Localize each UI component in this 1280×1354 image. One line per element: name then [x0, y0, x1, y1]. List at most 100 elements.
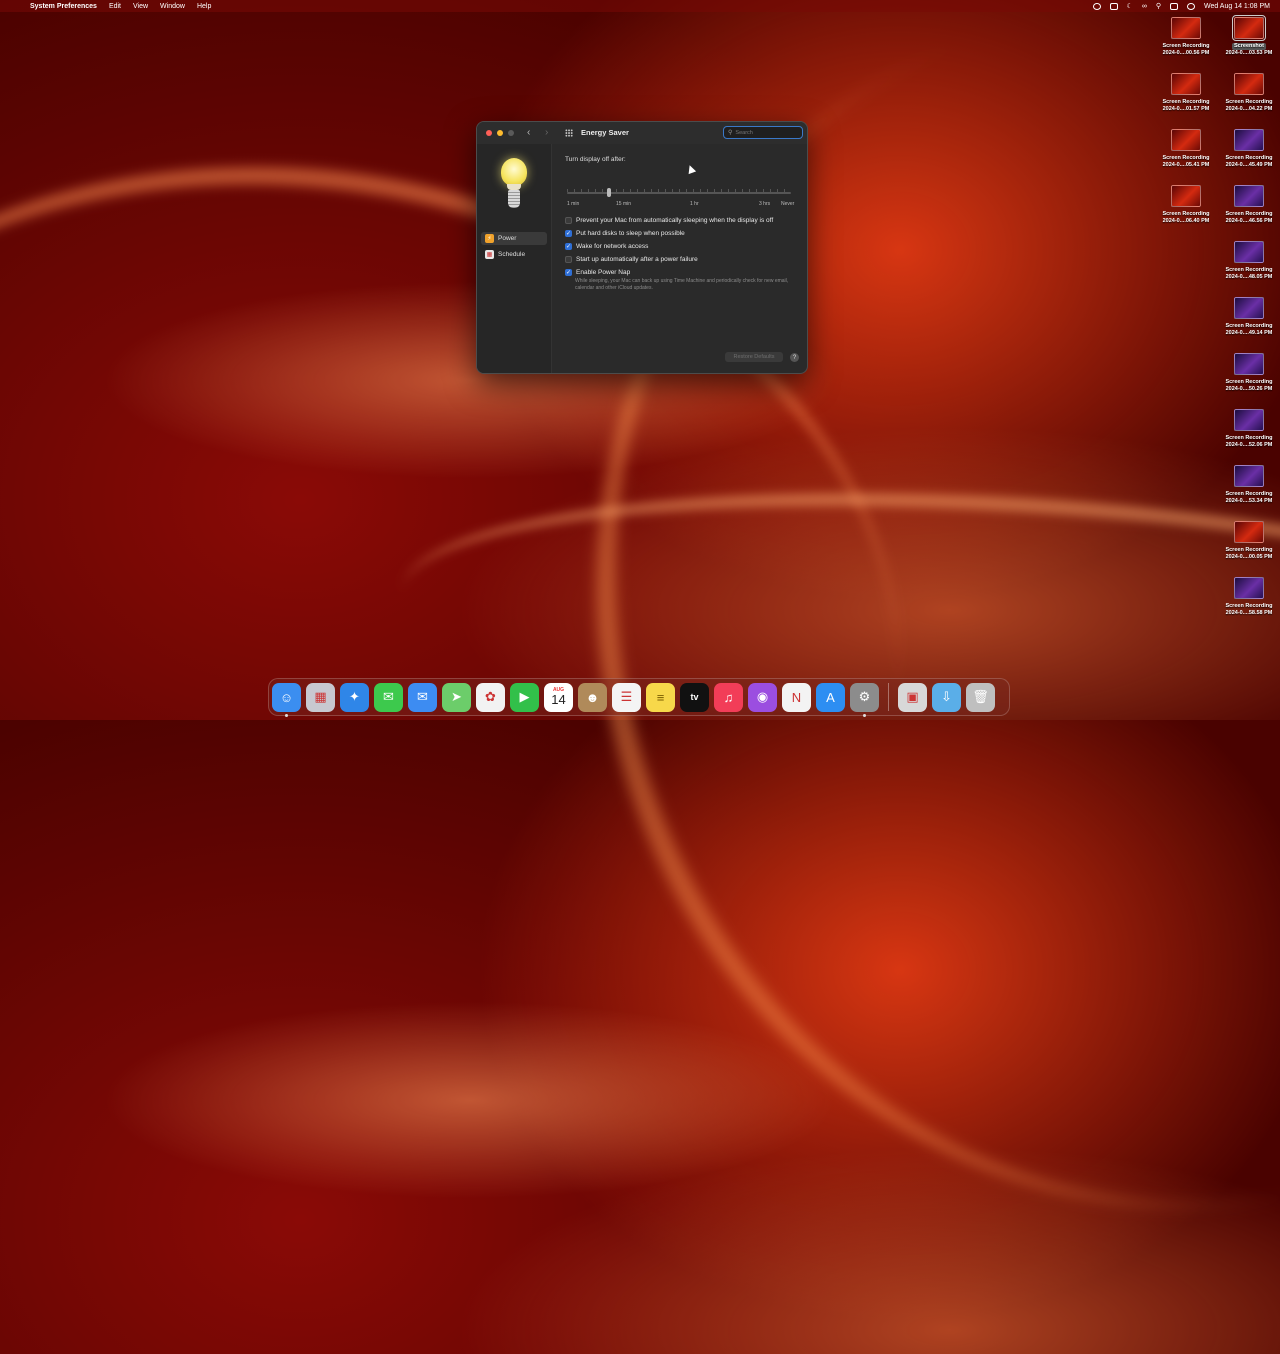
option-label: Start up automatically after a power fai… [576, 256, 698, 263]
slider-knob[interactable] [607, 188, 611, 197]
menu-view[interactable]: View [133, 3, 148, 10]
file-date: 2024-0....46.56 PM [1225, 218, 1273, 224]
desktop-file-icon[interactable]: Screen Recording 2024-0....50.26 PM [1219, 353, 1279, 393]
notes-icon[interactable]: ≡ [646, 682, 675, 712]
contacts-icon[interactable]: ☻ [578, 682, 607, 712]
file-date: 2024-0....53.34 PM [1225, 498, 1273, 504]
desktop-file-icon[interactable]: Screenshot 2024-0....03.53 PM [1219, 15, 1279, 57]
search-icon[interactable]: ⚲ [1156, 2, 1161, 10]
facetime-icon[interactable]: ▶ [510, 682, 539, 712]
file-thumbnail [1234, 297, 1264, 319]
desktop-file-icon[interactable]: Screen Recording 2024-0....06.40 PM [1156, 185, 1216, 225]
file-thumbnail [1234, 129, 1264, 151]
control-center-icon[interactable] [1169, 2, 1178, 10]
mail-icon[interactable]: ✉ [408, 682, 437, 712]
power-settings-pane: Turn display off after: 1 min 15 min 1 h… [565, 144, 805, 373]
desktop-file-icon[interactable]: Screen Recording 2024-0....52.06 PM [1219, 409, 1279, 449]
safari-icon[interactable]: ✦ [340, 682, 369, 712]
desktop-file-icon[interactable]: Screen Recording 2024-0....53.34 PM [1219, 465, 1279, 505]
auto-start-option[interactable]: Start up automatically after a power fai… [565, 256, 698, 263]
preview-icon[interactable]: ▣ [898, 682, 927, 712]
option-label: Put hard disks to sleep when possible [576, 230, 685, 237]
menu-edit[interactable]: Edit [109, 3, 121, 10]
finder-icon[interactable]: ☺ [272, 682, 301, 717]
light-bulb-icon [499, 158, 529, 216]
system-preferences-icon[interactable]: ⚙ [850, 682, 879, 717]
close-button[interactable] [486, 130, 492, 136]
desktop-file-icon[interactable]: Screen Recording 2024-0....05.41 PM [1156, 129, 1216, 169]
file-thumbnail [1234, 521, 1264, 543]
sidebar-item-label: Power [498, 235, 517, 242]
music-icon[interactable]: ♫ [714, 682, 743, 712]
back-chevron-icon[interactable]: ‹ [527, 127, 530, 138]
messages-icon[interactable]: ✉ [374, 682, 403, 712]
moon-icon[interactable]: ☾ [1127, 2, 1133, 10]
hard-disk-sleep-option[interactable]: ✓ Put hard disks to sleep when possible [565, 230, 685, 237]
file-thumbnail [1171, 17, 1201, 39]
search-field[interactable]: ⚲ [723, 126, 803, 139]
forward-chevron-icon[interactable]: › [545, 127, 548, 138]
restore-defaults-button[interactable]: Restore Defaults [725, 352, 783, 362]
file-name: Screen Recording [1162, 99, 1210, 105]
display-off-label: Turn display off after: [565, 156, 626, 163]
desktop-file-icon[interactable]: Screen Recording 2024-0....00.05 PM [1219, 521, 1279, 561]
photos-icon[interactable]: ✿ [476, 682, 505, 712]
keyboard-icon[interactable] [1109, 2, 1118, 10]
help-button[interactable]: ? [790, 353, 799, 362]
desktop-file-icon[interactable]: Screen Recording 2024-0....45.49 PM [1219, 129, 1279, 169]
reminders-icon[interactable]: ☰ [612, 682, 641, 712]
power-nap-option[interactable]: ✓ Enable Power Nap [565, 269, 630, 276]
file-date: 2024-0....00.05 PM [1225, 554, 1273, 560]
energy-saver-window: ‹ › Energy Saver ⚲ ⚡ Power ▦ Schedule Tu… [476, 121, 808, 374]
file-date: 2024-0....04.22 PM [1225, 106, 1273, 112]
wake-network-option[interactable]: ✓ Wake for network access [565, 243, 648, 250]
file-date: 2024-0....06.40 PM [1162, 218, 1210, 224]
downloads-folder-icon[interactable]: ⇩ [932, 682, 961, 712]
calendar-icon[interactable]: AUG 14 [544, 682, 573, 712]
link-icon[interactable]: ∞ [1142, 3, 1147, 10]
podcasts-icon[interactable]: ◉ [748, 682, 777, 712]
launchpad-icon[interactable]: ▦ [306, 682, 335, 712]
menu-window[interactable]: Window [160, 3, 185, 10]
show-all-grid-icon[interactable] [565, 129, 573, 137]
app-store-icon[interactable]: A [816, 682, 845, 712]
menu-clock[interactable]: Wed Aug 14 1:08 PM [1204, 3, 1270, 10]
sidebar-item-schedule[interactable]: ▦ Schedule [481, 248, 547, 261]
search-input[interactable] [735, 129, 796, 136]
menu-help[interactable]: Help [197, 3, 211, 10]
file-name: Screen Recording [1225, 267, 1273, 273]
siri-icon[interactable] [1186, 2, 1195, 10]
desktop-file-icon[interactable]: Screen Recording 2024-0....00.56 PM [1156, 17, 1216, 57]
menu-bar: System Preferences Edit View Window Help… [0, 0, 1280, 12]
minimize-button[interactable] [497, 130, 503, 136]
desktop-file-icon[interactable]: Screen Recording 2024-0....46.56 PM [1219, 185, 1279, 225]
tick-label: Never [781, 201, 795, 207]
file-thumbnail [1171, 129, 1201, 151]
desktop-file-icon[interactable]: Screen Recording 2024-0....48.05 PM [1219, 241, 1279, 281]
file-thumbnail [1171, 185, 1201, 207]
checkbox-checked[interactable]: ✓ [565, 230, 572, 237]
prevent-sleep-option[interactable]: Prevent your Mac from automatically slee… [565, 217, 773, 224]
sidebar-item-power[interactable]: ⚡ Power [481, 232, 547, 245]
checkbox[interactable] [565, 256, 572, 263]
zoom-button[interactable] [508, 130, 514, 136]
screen-record-icon[interactable] [1092, 2, 1101, 10]
option-label: Enable Power Nap [576, 269, 631, 276]
app-menu[interactable]: System Preferences [30, 3, 97, 10]
desktop-file-icon[interactable]: Screen Recording 2024-0....04.22 PM [1219, 73, 1279, 113]
checkbox-checked[interactable]: ✓ [565, 243, 572, 250]
display-sleep-slider[interactable] [567, 192, 791, 194]
desktop-file-icon[interactable]: Screen Recording 2024-0....01.57 PM [1156, 73, 1216, 113]
file-name: Screen Recording [1225, 547, 1273, 553]
tick-label: 1 hr [690, 201, 699, 207]
dock: ☺ ▦ ✦ ✉ ✉ ➤ ✿ ▶ AUG 14 ☻ ☰ ≡ tv ♫ ◉ N A ⚙ ▣ ⇩ 🗑 [268, 678, 1010, 717]
news-icon[interactable]: N [782, 682, 811, 712]
trash-icon[interactable]: 🗑 [966, 682, 995, 712]
checkbox-checked[interactable]: ✓ [565, 269, 572, 276]
desktop-file-icon[interactable]: Screen Recording 2024-0....58.58 PM [1219, 577, 1279, 617]
checkbox[interactable] [565, 217, 572, 224]
desktop-file-icon[interactable]: Screen Recording 2024-0....49.14 PM [1219, 297, 1279, 337]
maps-icon[interactable]: ➤ [442, 682, 471, 712]
apple-tv-icon[interactable]: tv [680, 682, 709, 712]
file-name: Screen Recording [1225, 323, 1273, 329]
